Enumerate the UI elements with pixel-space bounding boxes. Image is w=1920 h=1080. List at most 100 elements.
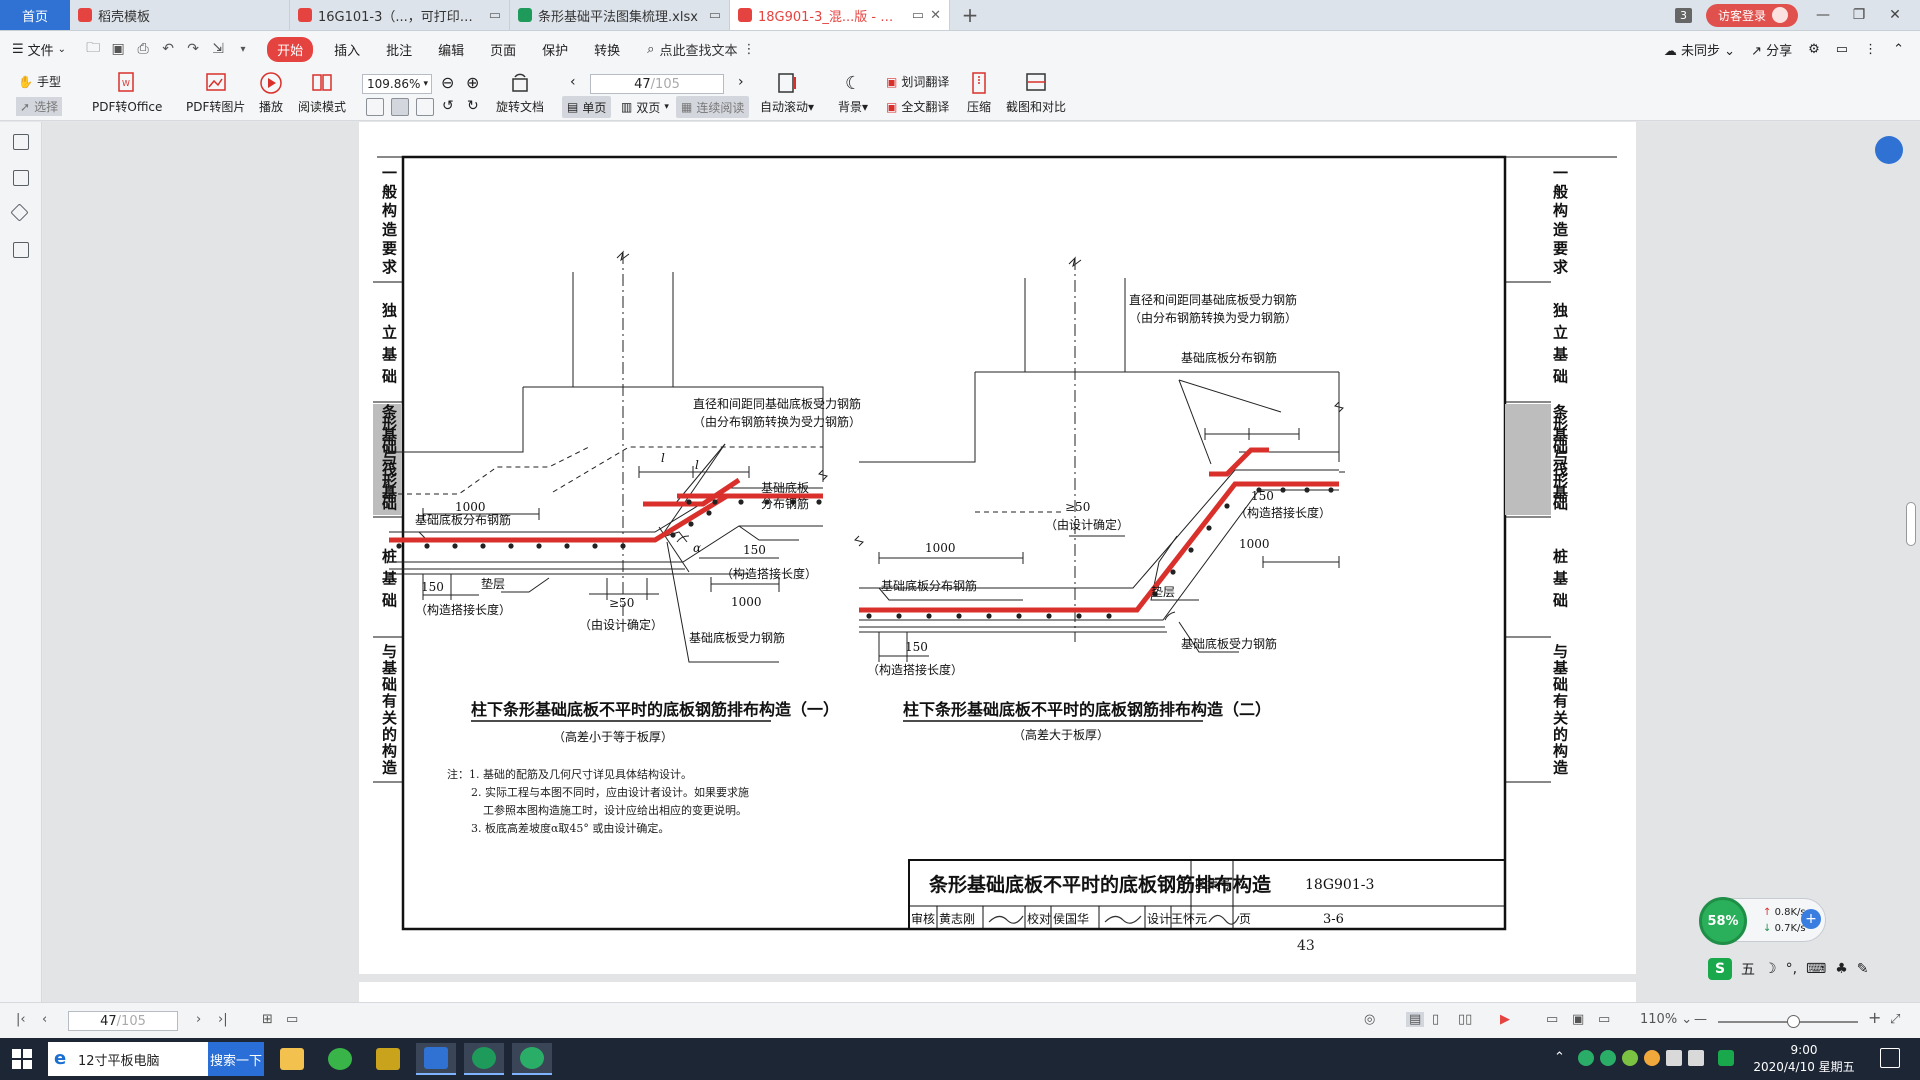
- redo-icon[interactable]: ↷: [182, 41, 204, 57]
- side-tab-char[interactable]: 基: [381, 659, 398, 677]
- side-tab-char[interactable]: 桩: [1553, 548, 1568, 566]
- side-tab-char[interactable]: 立: [1553, 324, 1568, 342]
- side-tab-char[interactable]: 础: [382, 368, 397, 386]
- next-page-icon[interactable]: ›: [738, 74, 744, 90]
- monitor-icon[interactable]: ▭: [489, 8, 501, 23]
- side-tab-char[interactable]: 与: [1553, 642, 1568, 660]
- sync-status[interactable]: ☁ 未同步 ⌄: [1664, 40, 1735, 59]
- side-tab-char[interactable]: 造: [382, 221, 397, 239]
- page-number-input[interactable]: 47/105: [590, 74, 724, 94]
- background-button[interactable]: ☾ 背景▾: [838, 71, 868, 115]
- full-translate-button[interactable]: ▣ 全文翻译: [886, 98, 949, 115]
- scrollbar-thumb[interactable]: [1906, 502, 1916, 546]
- plus-icon[interactable]: +: [1801, 909, 1821, 929]
- login-button[interactable]: 访客登录: [1705, 3, 1798, 27]
- fit-page-icon[interactable]: [416, 98, 434, 116]
- floating-tool-button[interactable]: [1875, 136, 1903, 164]
- tray-ime-icon[interactable]: [1718, 1050, 1734, 1066]
- zoom-out-icon[interactable]: ⊖: [441, 73, 454, 92]
- print-icon[interactable]: ⎙: [132, 41, 154, 57]
- side-tab-char[interactable]: 础: [1553, 495, 1568, 513]
- taskbar-wps[interactable]: [416, 1043, 456, 1075]
- prev-page-icon[interactable]: ‹: [570, 74, 576, 90]
- ime-toolbar[interactable]: S 五 ☽ °, ⌨ ♣ ✎: [1708, 956, 1869, 982]
- network-speed-widget[interactable]: 58% ↑ 0.8K/s ↓ 0.7K/s +: [1699, 897, 1826, 945]
- double-page-button[interactable]: ▥ 双页 ▾: [616, 96, 674, 118]
- select-tool[interactable]: ➚ 选择: [16, 97, 63, 116]
- taskbar-search-button[interactable]: 搜索一下: [208, 1042, 264, 1076]
- double-view-icon[interactable]: ▯▯: [1458, 1012, 1472, 1027]
- save-icon[interactable]: ▣: [107, 41, 129, 57]
- open-folder-icon[interactable]: 🗀: [82, 37, 104, 61]
- side-tab-char[interactable]: 独: [1553, 302, 1568, 320]
- side-tab-char[interactable]: 与: [382, 642, 397, 660]
- menu-start[interactable]: 开始: [267, 36, 314, 62]
- side-tab-char[interactable]: 一: [1553, 164, 1568, 182]
- taskbar-clock[interactable]: 9:00 2020/4/10 星期五: [1744, 1042, 1864, 1076]
- tab-xlsx[interactable]: 条形基础平法图集梳理.xlsx ▭: [510, 0, 730, 30]
- fullwidth-icon[interactable]: ▭: [1598, 1012, 1610, 1027]
- side-tab-char[interactable]: 造: [1553, 221, 1568, 239]
- file-menu[interactable]: ☰ 文件 ⌄: [12, 40, 66, 59]
- thumbnail-icon[interactable]: [13, 170, 29, 186]
- side-tab-char[interactable]: 础: [1553, 592, 1568, 610]
- add-page-icon[interactable]: ⊞: [262, 1012, 273, 1027]
- find-text[interactable]: ⌕ 点此查找文本 ⋮: [647, 40, 755, 59]
- next-page-icon[interactable]: ›: [196, 1012, 201, 1027]
- side-tab-char[interactable]: 的: [382, 725, 397, 743]
- side-tab-char[interactable]: 造: [382, 759, 397, 777]
- monitor-icon[interactable]: ▭: [912, 8, 924, 23]
- rotate-document-button[interactable]: 旋转文档: [496, 71, 544, 115]
- prev-page-icon[interactable]: ‹: [42, 1012, 47, 1027]
- tab-18g901-pdf[interactable]: 18G901-3_混...版 - 副本.pdf ▭ ✕: [730, 0, 950, 30]
- tray-360-icon[interactable]: [1578, 1050, 1594, 1066]
- last-page-icon[interactable]: ›|: [218, 1012, 228, 1027]
- side-tab-char[interactable]: 基: [381, 570, 398, 588]
- side-tab-char[interactable]: 础: [382, 592, 397, 610]
- actual-size-icon[interactable]: [391, 98, 409, 116]
- tab-16g101-pdf[interactable]: 16G101-3（...，可打印）.pdf ▭: [290, 0, 510, 30]
- notification-icon[interactable]: [1880, 1048, 1900, 1068]
- settings-icon[interactable]: ⚙: [1808, 42, 1820, 57]
- compress-button[interactable]: 压缩: [966, 71, 992, 115]
- new-tab-button[interactable]: +: [950, 0, 990, 30]
- fit-icon[interactable]: ▭: [1546, 1012, 1558, 1027]
- side-tab-char[interactable]: 的: [1553, 725, 1568, 743]
- rotate-right-icon[interactable]: ↻: [467, 98, 479, 114]
- outline-icon[interactable]: [13, 134, 29, 150]
- rotate-left-icon[interactable]: ↺: [442, 98, 454, 114]
- tray-app-icon[interactable]: [1622, 1050, 1638, 1066]
- side-tab-char[interactable]: 般: [1553, 183, 1568, 201]
- continuous-button[interactable]: ▦ 连续阅读: [676, 96, 750, 118]
- side-tab-char[interactable]: 要: [1553, 239, 1568, 257]
- comment-icon[interactable]: ▭: [1836, 42, 1848, 57]
- reading-mode-button[interactable]: 阅读模式: [298, 71, 346, 115]
- zoom-in-icon[interactable]: +: [1868, 1008, 1881, 1027]
- side-tab-char[interactable]: 基: [1552, 659, 1569, 677]
- side-tab-char[interactable]: 构: [1553, 202, 1568, 220]
- actual-icon[interactable]: ▣: [1572, 1012, 1584, 1027]
- side-tab-char[interactable]: 基: [1552, 570, 1569, 588]
- taskbar-explorer[interactable]: [272, 1043, 312, 1075]
- side-tab-char[interactable]: 求: [382, 258, 398, 276]
- side-tab-char[interactable]: 构: [382, 742, 397, 760]
- zoom-slider[interactable]: [1718, 1015, 1858, 1028]
- side-tab-char[interactable]: 一: [382, 164, 397, 182]
- window-count-badge[interactable]: 3: [1674, 7, 1692, 23]
- side-tab-char[interactable]: 关: [1553, 709, 1568, 727]
- tray-network-icon[interactable]: [1666, 1050, 1682, 1066]
- side-tab-char[interactable]: 桩: [382, 548, 397, 566]
- fit-width-icon[interactable]: [366, 98, 384, 116]
- more-vert-icon[interactable]: ⋮: [1864, 42, 1877, 57]
- side-tab-char[interactable]: 般: [382, 183, 397, 201]
- taskbar-app5[interactable]: [464, 1043, 504, 1075]
- monitor-icon[interactable]: ▭: [709, 8, 721, 23]
- first-page-icon[interactable]: |‹: [16, 1012, 26, 1027]
- taskbar-wechat[interactable]: [512, 1043, 552, 1075]
- menu-edit[interactable]: 编辑: [425, 40, 477, 59]
- side-tab-char[interactable]: 构: [1553, 742, 1568, 760]
- side-tab-char[interactable]: 求: [1553, 258, 1569, 276]
- side-tab-char[interactable]: 关: [382, 709, 397, 727]
- windows-start-icon[interactable]: [12, 1049, 32, 1069]
- single-page-button[interactable]: ▤ 单页: [562, 96, 612, 118]
